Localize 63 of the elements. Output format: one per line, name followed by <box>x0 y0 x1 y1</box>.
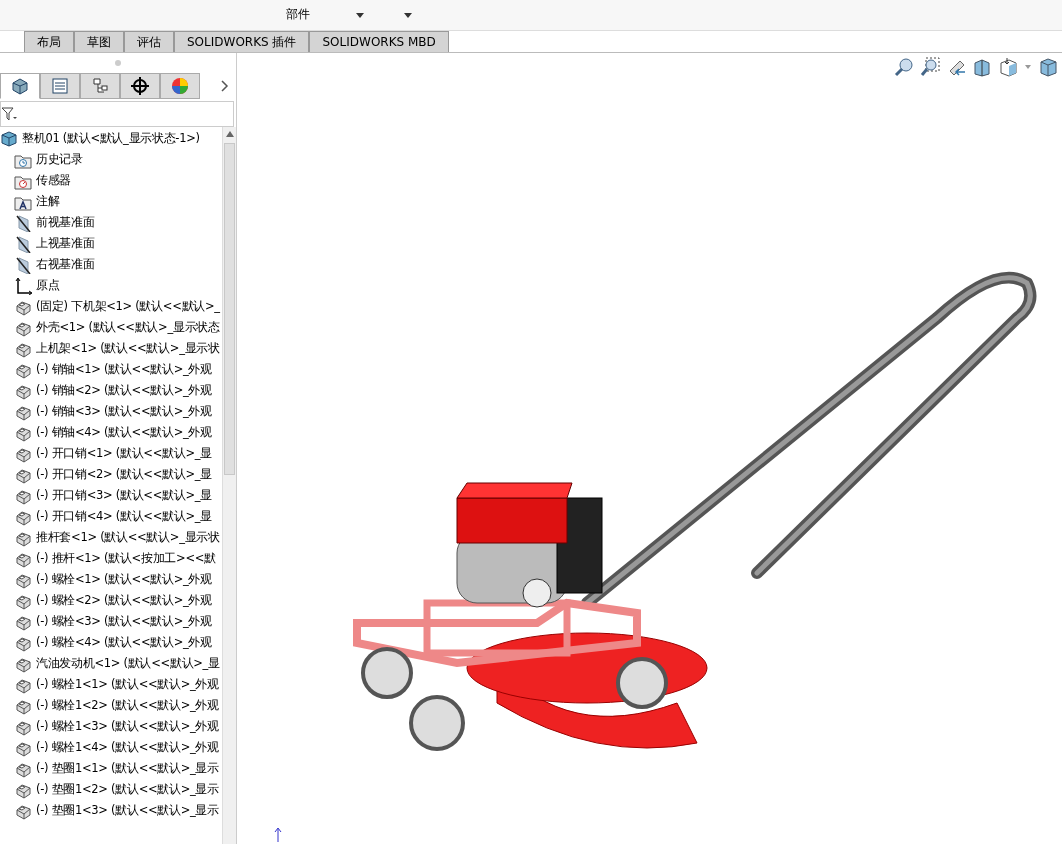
caret-icon[interactable] <box>356 12 364 18</box>
tree-item[interactable]: (-) 销轴<3> (默认<<默认>_外观 <box>36 404 212 419</box>
tree-item[interactable]: 整机01 (默认<默认_显示状态-1>) <box>22 131 200 146</box>
scrollbar[interactable] <box>222 127 236 844</box>
tree-item[interactable]: 上视基准面 <box>36 236 95 251</box>
tree-item[interactable]: (-) 螺栓<2> (默认<<默认>_外观 <box>36 593 212 608</box>
tree-item[interactable]: (-) 销轴<4> (默认<<默认>_外观 <box>36 425 212 440</box>
tree-item[interactable]: (-) 垫圈1<3> (默认<<默认>_显示 <box>36 803 219 818</box>
panel-tab[interactable] <box>120 73 160 99</box>
plane-icon <box>14 255 32 274</box>
zoom-area-icon[interactable] <box>920 57 940 77</box>
tree-item[interactable]: 上机架<1> (默认<<默认>_显示状 <box>36 341 220 356</box>
list-icon <box>50 76 70 96</box>
tree-item[interactable]: (-) 螺栓1<3> (默认<<默认>_外观 <box>36 719 219 734</box>
tree-item[interactable]: (-) 销轴<1> (默认<<默认>_外观 <box>36 362 212 377</box>
tab[interactable]: 布局 <box>24 31 74 52</box>
toolbar-button[interactable]: 部件 <box>280 5 316 25</box>
tree-item[interactable]: (-) 开口销<3> (默认<<默认>_显 <box>36 488 212 503</box>
filter-field[interactable] <box>0 101 234 127</box>
tree-item[interactable]: (固定) 下机架<1> (默认<<默认>_ <box>36 299 220 314</box>
tree-item[interactable]: (-) 螺栓<1> (默认<<默认>_外观 <box>36 572 212 587</box>
plane-icon <box>14 234 32 253</box>
view-cube-icon[interactable] <box>998 57 1018 77</box>
tree-icon <box>90 76 110 96</box>
tree-item[interactable]: 传感器 <box>36 173 72 188</box>
tree-item[interactable]: (-) 螺栓<4> (默认<<默认>_外观 <box>36 635 212 650</box>
crosshair-icon <box>130 76 150 96</box>
tab[interactable]: 评估 <box>124 31 174 52</box>
tree-item[interactable]: 推杆套<1> (默认<<默认>_显示状 <box>36 530 220 545</box>
section-view-icon[interactable] <box>972 57 992 77</box>
tree-item[interactable]: (-) 开口销<1> (默认<<默认>_显 <box>36 446 212 461</box>
tree-item[interactable]: 外壳<1> (默认<<默认>_显示状态 <box>36 320 220 335</box>
tree-item[interactable]: (-) 销轴<2> (默认<<默认>_外观 <box>36 383 212 398</box>
plane-icon <box>14 213 32 232</box>
tree-item[interactable]: (-) 开口销<4> (默认<<默认>_显 <box>36 509 212 524</box>
tree-item[interactable]: 注解 <box>36 194 60 209</box>
tree-item[interactable]: 右视基准面 <box>36 257 95 272</box>
tab[interactable]: 草图 <box>74 31 124 52</box>
scroll-up-arrow-icon <box>225 131 234 137</box>
assembly-icon <box>0 129 18 148</box>
caret-icon[interactable] <box>404 12 412 18</box>
tree-item[interactable]: (-) 垫圈1<1> (默认<<默认>_显示 <box>36 761 219 776</box>
origin-icon <box>14 276 32 295</box>
tree-item[interactable]: 原点 <box>36 278 60 293</box>
assembly-icon <box>10 76 30 96</box>
panel-tab[interactable] <box>0 73 40 99</box>
tree-item[interactable]: (-) 螺栓1<1> (默认<<默认>_外观 <box>36 677 219 692</box>
tree-item[interactable]: (-) 螺栓1<4> (默认<<默认>_外观 <box>36 740 219 755</box>
tree-item[interactable]: (-) 垫圈1<2> (默认<<默认>_显示 <box>36 782 219 797</box>
color-wheel-icon <box>170 76 190 96</box>
tab[interactable]: SOLIDWORKS 插件 <box>174 31 310 52</box>
resize-handle[interactable] <box>115 60 121 66</box>
tab[interactable]: SOLIDWORKS MBD <box>309 31 449 52</box>
tree-item[interactable]: 汽油发动机<1> (默认<<默认>_显 <box>36 656 220 671</box>
tree-item[interactable]: (-) 开口销<2> (默认<<默认>_显 <box>36 467 212 482</box>
tree-item[interactable]: 前视基准面 <box>36 215 95 230</box>
shaded-cube-icon[interactable] <box>1038 57 1058 77</box>
zoom-fit-icon[interactable] <box>894 57 914 77</box>
tree-item[interactable]: (-) 螺栓1<2> (默认<<默认>_外观 <box>36 698 219 713</box>
axis-triad-icon <box>273 826 283 842</box>
tree-item[interactable]: (-) 推杆<1> (默认<按加工><<默 <box>36 551 216 566</box>
tree-item[interactable]: 历史记录 <box>36 152 83 167</box>
tree-item[interactable]: (-) 螺栓<3> (默认<<默认>_外观 <box>36 614 212 629</box>
